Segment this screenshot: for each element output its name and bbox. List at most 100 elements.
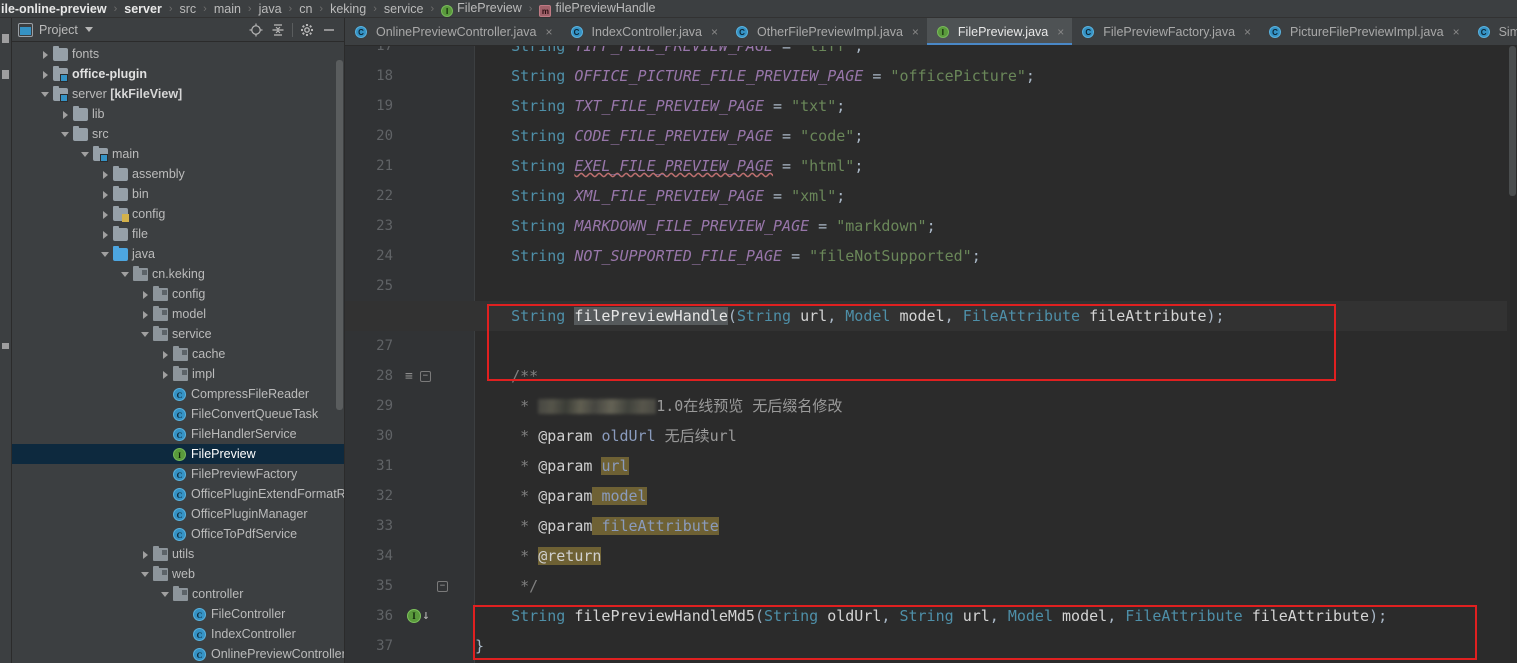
hide-panel-icon[interactable] [318, 20, 340, 40]
tree-row[interactable]: server [kkFileView] [12, 84, 344, 104]
tree-row[interactable]: C OfficePluginExtendFormatReg [12, 484, 344, 504]
code-line[interactable]: String MARKDOWN_FILE_PREVIEW_PAGE = "mar… [475, 211, 935, 241]
chevron-right-icon[interactable] [140, 549, 151, 560]
code-line[interactable]: String EXEL_FILE_PREVIEW_PAGE = "html"; [475, 151, 863, 181]
tree-row[interactable]: cn.keking [12, 264, 344, 284]
gutter-line[interactable]: 34 [345, 541, 475, 571]
close-icon[interactable]: × [711, 25, 718, 39]
tree-row[interactable]: fonts [12, 44, 344, 64]
tree-row[interactable]: utils [12, 544, 344, 564]
breadcrumb-item-service[interactable]: service [383, 2, 425, 16]
project-file-tree[interactable]: fonts office-plugin server [kkFileView] lib… [12, 42, 344, 663]
code-line[interactable]: * @param fileAttribute [475, 511, 719, 541]
editor-gutter[interactable]: 17181920212223242526I↓2728≡−293031323334… [345, 46, 475, 663]
code-line[interactable]: */ [475, 571, 538, 601]
code-line[interactable]: * 1.0在线预览 无后缀名修改 [475, 391, 842, 421]
breadcrumb-item-java[interactable]: java [258, 2, 283, 16]
breadcrumb-item-ile-online-preview[interactable]: ile-online-preview [0, 2, 108, 16]
tree-row[interactable]: main [12, 144, 344, 164]
breadcrumb-item-server[interactable]: server [123, 2, 163, 16]
close-icon[interactable]: × [912, 25, 919, 39]
code-line[interactable]: String filePreviewHandleMd5(String oldUr… [475, 601, 1387, 631]
tree-row[interactable]: C OfficePluginManager [12, 504, 344, 524]
locate-target-icon[interactable] [245, 20, 267, 40]
editor-tab-indexcontroller-java[interactable]: C IndexController.java × [561, 18, 727, 45]
code-line[interactable]: String filePreviewHandle(String url, Mod… [345, 301, 1517, 331]
tree-row[interactable]: web [12, 564, 344, 584]
project-tree-scrollbar[interactable] [336, 60, 343, 410]
breadcrumb-item-src[interactable]: src [178, 2, 197, 16]
tree-row[interactable]: java [12, 244, 344, 264]
javadoc-fold-icon[interactable]: ≡ [405, 369, 413, 384]
chevron-down-icon[interactable] [80, 149, 91, 160]
editor-tab-filepreviewfactory-java[interactable]: C FilePreviewFactory.java × [1072, 18, 1259, 45]
code-line[interactable]: String CODE_FILE_PREVIEW_PAGE = "code"; [475, 121, 863, 151]
gutter-line[interactable]: 17 [345, 46, 475, 61]
code-line[interactable]: * @return [475, 541, 602, 571]
code-line[interactable]: } [475, 631, 484, 661]
chevron-right-icon[interactable] [140, 309, 151, 320]
tree-row[interactable]: C CompressFileReader [12, 384, 344, 404]
gutter-line[interactable]: 20 [345, 121, 475, 151]
chevron-down-icon[interactable] [120, 269, 131, 280]
chevron-down-icon[interactable] [140, 329, 151, 340]
gutter-line[interactable]: 22 [345, 181, 475, 211]
editor-tab-onlinepreviewcontroller-java[interactable]: C OnlinePreviewController.java × [345, 18, 561, 45]
chevron-right-icon[interactable] [100, 229, 111, 240]
editor-tab-filepreview-java[interactable]: I FilePreview.java × [926, 18, 1073, 45]
chevron-down-icon[interactable] [40, 89, 51, 100]
gutter-line[interactable]: 25 [345, 271, 475, 301]
chevron-down-icon[interactable] [60, 129, 71, 140]
code-line[interactable]: /** [475, 361, 538, 391]
tree-row[interactable]: C FilePreviewFactory [12, 464, 344, 484]
editor-tab-simtex[interactable]: C SimTex [1468, 18, 1517, 45]
code-line[interactable]: String TXT_FILE_PREVIEW_PAGE = "txt"; [475, 91, 845, 121]
breadcrumb-item-main[interactable]: main [213, 2, 242, 16]
gutter-line[interactable]: 19 [345, 91, 475, 121]
tree-row[interactable]: src [12, 124, 344, 144]
breadcrumb-item-filepreviewhandle[interactable]: m filePreviewHandle [538, 1, 656, 17]
chevron-right-icon[interactable] [160, 369, 171, 380]
gutter-line[interactable]: 31 [345, 451, 475, 481]
implemented-method-icon[interactable]: I↓ [407, 609, 430, 623]
gear-icon[interactable] [296, 20, 318, 40]
gutter-line[interactable]: 24 [345, 241, 475, 271]
tree-row[interactable]: bin [12, 184, 344, 204]
editor-tab-otherfilepreviewimpl-java[interactable]: C OtherFilePreviewImpl.java × [726, 18, 927, 45]
gutter-line[interactable]: 29 [345, 391, 475, 421]
gutter-line[interactable]: 32 [345, 481, 475, 511]
close-icon[interactable]: × [546, 25, 553, 39]
chevron-right-icon[interactable] [100, 209, 111, 220]
breadcrumb-item-keking[interactable]: keking [329, 2, 367, 16]
chevron-right-icon[interactable] [60, 109, 71, 120]
gutter-line[interactable]: 21 [345, 151, 475, 181]
tree-row[interactable]: C OfficeToPdfService [12, 524, 344, 544]
tree-row[interactable]: config [12, 204, 344, 224]
close-icon[interactable]: × [1244, 25, 1251, 39]
chevron-down-icon[interactable] [140, 569, 151, 580]
tree-row[interactable]: office-plugin [12, 64, 344, 84]
tree-row-selected[interactable]: I FilePreview [12, 444, 344, 464]
code-line[interactable]: String TIFF_FILE_PREVIEW_PAGE = "tiff"; [475, 46, 863, 61]
chevron-right-icon[interactable] [100, 169, 111, 180]
chevron-right-icon[interactable] [140, 289, 151, 300]
code-editor[interactable]: 17181920212223242526I↓2728≡−293031323334… [345, 46, 1517, 663]
gutter-line[interactable]: 18 [345, 61, 475, 91]
tool-window-strip[interactable] [0, 18, 12, 663]
code-line[interactable]: String NOT_SUPPORTED_FILE_PAGE = "fileNo… [475, 241, 981, 271]
close-icon[interactable]: × [1057, 25, 1064, 39]
gutter-line[interactable]: 36 I ↓ [345, 601, 475, 631]
breadcrumb-item-filepreview[interactable]: I FilePreview [440, 1, 523, 17]
fold-collapse-icon[interactable]: − [419, 370, 431, 382]
gutter-line[interactable]: 27 [345, 331, 475, 361]
gutter-line[interactable]: 35 − [345, 571, 475, 601]
gutter-line[interactable]: 23 [345, 211, 475, 241]
chevron-right-icon[interactable] [40, 49, 51, 60]
chevron-down-icon[interactable] [160, 589, 171, 600]
chevron-right-icon[interactable] [40, 69, 51, 80]
tree-row[interactable]: C FileHandlerService [12, 424, 344, 444]
code-line[interactable]: * @param model [475, 481, 647, 511]
tree-row[interactable]: C FileConvertQueueTask [12, 404, 344, 424]
editor-tab-picturefilepreviewimpl-java[interactable]: C PictureFilePreviewImpl.java × [1259, 18, 1468, 45]
editor-scrollbar[interactable] [1507, 46, 1517, 663]
